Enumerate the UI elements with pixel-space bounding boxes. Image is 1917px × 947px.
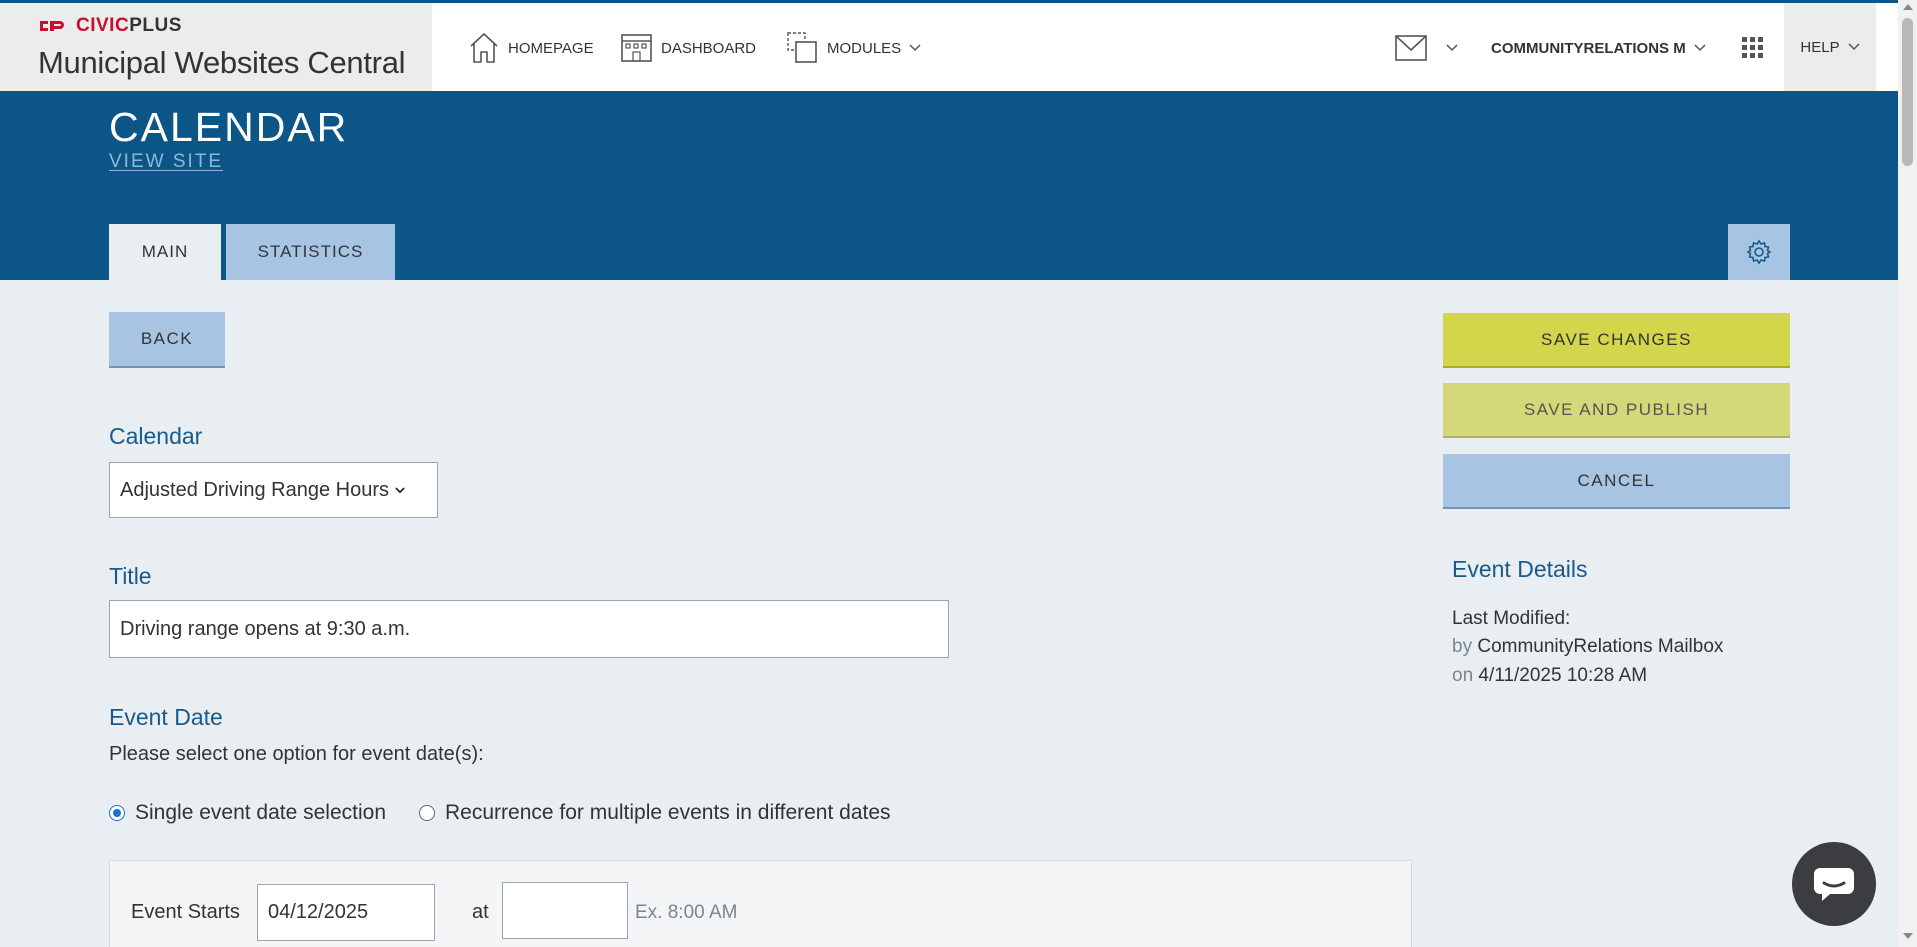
radio-recurrence-button[interactable]	[419, 805, 435, 821]
by-label: by	[1452, 636, 1473, 657]
save-and-publish-button[interactable]: SAVE AND PUBLISH	[1443, 383, 1790, 438]
on-label: on	[1452, 665, 1474, 686]
nav-homepage-label: HOMEPAGE	[508, 39, 594, 57]
chat-button[interactable]	[1792, 842, 1876, 926]
chat-icon	[1814, 868, 1854, 901]
event-start-date-input[interactable]: 04/12/2025	[257, 884, 435, 941]
page-scrollbar[interactable]	[1898, 0, 1917, 947]
tab-statistics[interactable]: STATISTICS	[226, 224, 395, 280]
calendar-select[interactable]: Adjusted Driving Range Hours	[109, 462, 438, 518]
scroll-up-arrow[interactable]	[1903, 4, 1913, 10]
app-title: Municipal Websites Central	[38, 45, 406, 80]
tab-main[interactable]: MAIN	[109, 224, 221, 280]
title-label: Title	[109, 563, 152, 589]
title-input-value: Driving range opens at 9:30 a.m.	[120, 617, 411, 640]
time-hint: Ex. 8:00 AM	[635, 902, 738, 923]
last-modified-label: Last Modified:	[1452, 608, 1571, 629]
last-modified-by: by CommunityRelations Mailbox	[1452, 636, 1723, 658]
event-starts-label: Event Starts	[131, 901, 240, 923]
event-details-title: Event Details	[1452, 556, 1588, 582]
help-label: HELP	[1800, 38, 1840, 56]
by-value: CommunityRelations Mailbox	[1477, 636, 1724, 657]
user-menu[interactable]: COMMUNITYRELATIONS M	[1491, 28, 1706, 68]
chevron-down-icon	[1446, 44, 1458, 52]
title-input[interactable]: Driving range opens at 9:30 a.m.	[109, 600, 949, 658]
chevron-down-icon	[395, 486, 405, 493]
modules-icon	[787, 32, 817, 63]
help-menu[interactable]: HELP	[1784, 3, 1876, 91]
save-changes-button[interactable]: SAVE CHANGES	[1443, 313, 1790, 368]
top-navigation-bar: CIVICPLUS Municipal Websites Central HOM…	[0, 0, 1898, 91]
back-button[interactable]: BACK	[109, 312, 225, 368]
event-date-panel: Event Starts 04/12/2025 at Ex. 8:00 AM	[109, 860, 1412, 947]
gear-icon	[1746, 239, 1772, 265]
mail-menu[interactable]	[1394, 28, 1458, 68]
nav-modules[interactable]: MODULES	[786, 28, 921, 68]
radio-recurrence[interactable]: Recurrence for multiple events in differ…	[419, 801, 891, 825]
user-name: COMMUNITYRELATIONS M	[1491, 39, 1686, 57]
nav-dashboard[interactable]: DASHBOARD	[620, 28, 756, 68]
module-header: CALENDAR VIEW SITE MAIN STATISTICS	[0, 91, 1898, 280]
house-icon	[470, 33, 498, 63]
radio-single-date-label: Single event date selection	[135, 801, 387, 824]
chevron-down-icon	[1694, 44, 1706, 52]
page-title: CALENDAR	[109, 104, 349, 150]
on-value: 4/11/2025 10:28 AM	[1478, 665, 1648, 686]
brand-wordmark: CIVICPLUS	[76, 15, 182, 36]
radio-single-date[interactable]: Single event date selection	[109, 801, 386, 825]
mail-icon	[1395, 35, 1427, 61]
building-icon	[621, 34, 652, 62]
radio-single-date-button[interactable]	[109, 805, 125, 821]
nav-homepage[interactable]: HOMEPAGE	[468, 28, 594, 68]
nav-dashboard-label: DASHBOARD	[661, 39, 757, 57]
nav-modules-label: MODULES	[827, 39, 902, 57]
calendar-select-value: Adjusted Driving Range Hours	[120, 478, 390, 501]
brand-area[interactable]: CIVICPLUS Municipal Websites Central	[0, 3, 432, 91]
event-start-time-input[interactable]	[502, 882, 628, 939]
chevron-down-icon	[909, 44, 921, 52]
civicplus-logo-icon	[40, 21, 64, 31]
event-date-helper: Please select one option for event date(…	[109, 743, 484, 765]
calendar-label: Calendar	[109, 423, 203, 449]
event-start-date-value: 04/12/2025	[268, 901, 369, 923]
chevron-down-icon	[1848, 43, 1860, 51]
cancel-button[interactable]: CANCEL	[1443, 454, 1790, 509]
apps-menu[interactable]	[1742, 28, 1764, 68]
grid-icon	[1742, 37, 1763, 58]
radio-recurrence-label: Recurrence for multiple events in differ…	[445, 801, 891, 824]
scroll-down-arrow[interactable]	[1903, 933, 1913, 939]
settings-button[interactable]	[1728, 224, 1790, 280]
view-site-link[interactable]: VIEW SITE	[109, 151, 223, 173]
scroll-thumb[interactable]	[1902, 18, 1913, 166]
last-modified-on: on 4/11/2025 10:28 AM	[1452, 665, 1647, 687]
event-date-label: Event Date	[109, 704, 223, 730]
civicplus-logo: CIVICPLUS	[38, 15, 182, 37]
at-label: at	[472, 901, 489, 923]
